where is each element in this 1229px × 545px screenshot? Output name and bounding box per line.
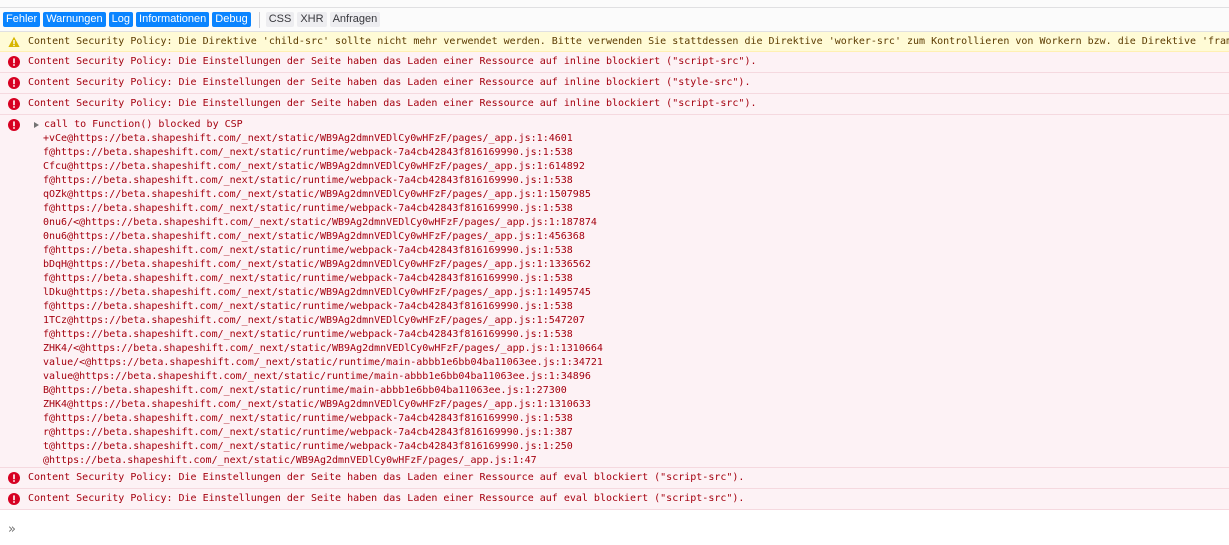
stack-frame[interactable]: 0nu6/<@https://beta.shapeshift.com/_next…	[43, 216, 603, 230]
console-message[interactable]: Content Security Policy: Die Einstellung…	[0, 468, 1229, 489]
filter-errors-button[interactable]: Fehler	[3, 12, 41, 27]
error-icon	[8, 119, 20, 131]
stacktrace-header: call to Function() blocked by CSP	[28, 118, 603, 132]
error-icon	[8, 98, 20, 110]
stack-frame[interactable]: @https://beta.shapeshift.com/_next/stati…	[43, 454, 603, 467]
message-text: Content Security Policy: Die Einstellung…	[28, 493, 745, 504]
stack-frame[interactable]: r@https://beta.shapeshift.com/_next/stat…	[43, 426, 603, 440]
stack-frame[interactable]: 0nu6@https://beta.shapeshift.com/_next/s…	[43, 230, 603, 244]
filter-toolbar: Fehler Warnungen Log Informationen Debug…	[0, 8, 1229, 32]
stack-frame[interactable]: bDqH@https://beta.shapeshift.com/_next/s…	[43, 258, 603, 272]
message-text: Content Security Policy: Die Einstellung…	[28, 56, 757, 67]
error-icon	[8, 493, 20, 505]
stack-frame[interactable]: f@https://beta.shapeshift.com/_next/stat…	[43, 272, 603, 286]
stack-frame[interactable]: ZHK4/<@https://beta.shapeshift.com/_next…	[43, 342, 603, 356]
stacktrace-block: call to Function() blocked by CSP +vCe@h…	[28, 115, 603, 467]
top-strip	[0, 0, 1229, 8]
console-message[interactable]: Content Security Policy: Die Einstellung…	[0, 52, 1229, 73]
warning-icon	[8, 36, 20, 47]
filter-css-button[interactable]: CSS	[265, 12, 295, 27]
filter-requests-button[interactable]: Anfragen	[329, 12, 381, 27]
toolbar-separator	[258, 11, 260, 28]
console-message[interactable]: Content Security Policy: Die Direktive '…	[0, 32, 1229, 52]
stack-frame[interactable]: Cfcu@https://beta.shapeshift.com/_next/s…	[43, 160, 603, 174]
stack-frame[interactable]: ZHK4@https://beta.shapeshift.com/_next/s…	[43, 398, 603, 412]
console-message[interactable]: Content Security Policy: Die Einstellung…	[0, 73, 1229, 94]
expand-arrow-icon[interactable]	[34, 122, 39, 128]
stack-frame[interactable]: f@https://beta.shapeshift.com/_next/stat…	[43, 244, 603, 258]
stack-frame[interactable]: lDku@https://beta.shapeshift.com/_next/s…	[43, 286, 603, 300]
stack-frame[interactable]: value@https://beta.shapeshift.com/_next/…	[43, 370, 603, 384]
message-text: Content Security Policy: Die Direktive '…	[28, 36, 1229, 47]
stack-frame[interactable]: value/<@https://beta.shapeshift.com/_nex…	[43, 356, 603, 370]
filter-log-button[interactable]: Log	[108, 12, 134, 27]
stack-frames: +vCe@https://beta.shapeshift.com/_next/s…	[28, 132, 603, 467]
stacktrace-title: call to Function() blocked by CSP	[44, 119, 243, 130]
message-text: Content Security Policy: Die Einstellung…	[28, 98, 757, 109]
chevron-double-right-icon: »	[8, 521, 16, 537]
console-message[interactable]: Content Security Policy: Die Einstellung…	[0, 94, 1229, 115]
stack-frame[interactable]: t@https://beta.shapeshift.com/_next/stat…	[43, 440, 603, 454]
stack-frame[interactable]: f@https://beta.shapeshift.com/_next/stat…	[43, 202, 603, 216]
stack-frame[interactable]: qOZk@https://beta.shapeshift.com/_next/s…	[43, 188, 603, 202]
stack-frame[interactable]: +vCe@https://beta.shapeshift.com/_next/s…	[43, 132, 603, 146]
stack-frame[interactable]: f@https://beta.shapeshift.com/_next/stat…	[43, 146, 603, 160]
console-message[interactable]: Content Security Policy: Die Einstellung…	[0, 489, 1229, 510]
message-text: Content Security Policy: Die Einstellung…	[28, 472, 745, 483]
message-text: Content Security Policy: Die Einstellung…	[28, 77, 751, 88]
stack-frame[interactable]: f@https://beta.shapeshift.com/_next/stat…	[43, 174, 603, 188]
stack-frame[interactable]: f@https://beta.shapeshift.com/_next/stat…	[43, 300, 603, 314]
console-log: Content Security Policy: Die Direktive '…	[0, 32, 1229, 510]
stack-frame[interactable]: f@https://beta.shapeshift.com/_next/stat…	[43, 412, 603, 426]
filter-info-button[interactable]: Informationen	[136, 12, 210, 27]
console-input[interactable]	[23, 519, 1204, 539]
stack-frame[interactable]: B@https://beta.shapeshift.com/_next/stat…	[43, 384, 603, 398]
error-icon	[8, 77, 20, 89]
console-message-stacktrace[interactable]: call to Function() blocked by CSP +vCe@h…	[0, 115, 1229, 468]
filter-debug-button[interactable]: Debug	[212, 12, 251, 27]
error-icon	[8, 56, 20, 68]
filter-warnings-button[interactable]: Warnungen	[43, 12, 106, 27]
stack-frame[interactable]: 1TCz@https://beta.shapeshift.com/_next/s…	[43, 314, 603, 328]
error-icon	[8, 472, 20, 484]
console-input-row: »	[0, 515, 1229, 543]
filter-xhr-button[interactable]: XHR	[297, 12, 327, 27]
stack-frame[interactable]: f@https://beta.shapeshift.com/_next/stat…	[43, 328, 603, 342]
